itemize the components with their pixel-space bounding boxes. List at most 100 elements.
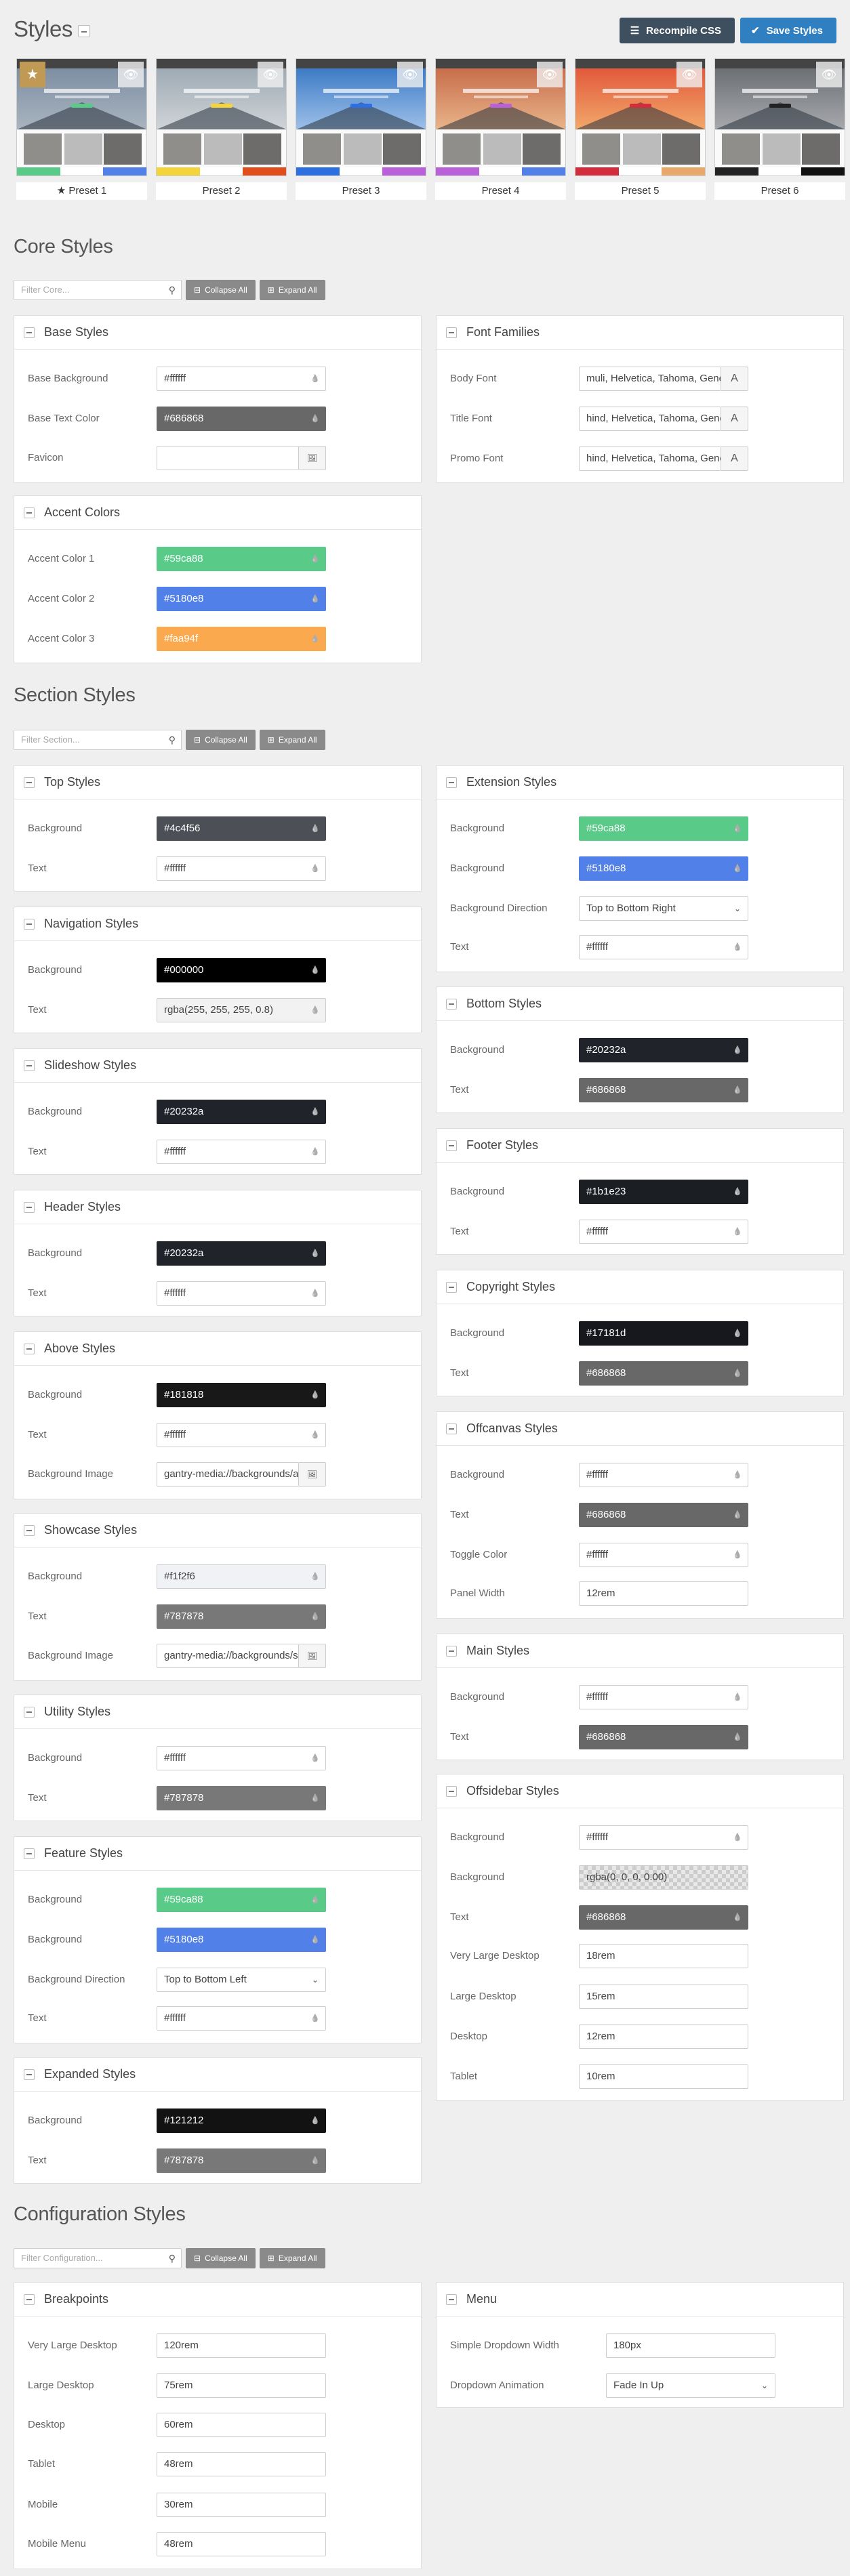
collapse-toggle-icon[interactable] <box>24 507 35 518</box>
media-path-input[interactable] <box>157 446 299 470</box>
color-drop-icon[interactable]: 💧 <box>310 1928 320 1951</box>
color-drop-icon[interactable]: 💧 <box>310 817 320 840</box>
preset-label[interactable]: Preset 5 <box>575 182 706 200</box>
color-drop-icon[interactable]: 💧 <box>733 1220 742 1243</box>
color-drop-icon[interactable]: 💧 <box>733 936 742 959</box>
media-path-input[interactable]: gantry-media://backgrounds/showcase.jpg <box>157 1644 299 1668</box>
color-picker-input[interactable]: #20232a 💧 <box>579 1038 748 1062</box>
text-input[interactable]: 120rem <box>157 2333 326 2358</box>
copyright-panel-header[interactable]: Copyright Styles <box>437 1270 843 1304</box>
color-picker-input[interactable]: #ffffff 💧 <box>157 367 326 391</box>
eye-icon[interactable]: 👁 <box>676 62 702 87</box>
color-drop-icon[interactable]: 💧 <box>310 999 320 1022</box>
bottom-panel-header[interactable]: Bottom Styles <box>437 987 843 1021</box>
collapse-toggle-icon[interactable] <box>446 998 457 1010</box>
base-panel-header[interactable]: Base Styles <box>14 316 421 350</box>
preset-label[interactable]: Preset 2 <box>156 182 287 200</box>
collapse-toggle-icon[interactable] <box>446 1423 457 1434</box>
navigation-panel-header[interactable]: Navigation Styles <box>14 907 421 941</box>
color-drop-icon[interactable]: 💧 <box>310 857 320 880</box>
color-picker-input[interactable]: #686868 💧 <box>579 1078 748 1102</box>
color-picker-input[interactable]: #1b1e23 💧 <box>579 1180 748 1204</box>
color-picker-input[interactable]: #000000 💧 <box>157 958 326 982</box>
collapse-toggle-icon[interactable] <box>24 327 35 338</box>
color-picker-input[interactable]: #59ca88 💧 <box>579 816 748 841</box>
color-drop-icon[interactable]: 💧 <box>310 1888 320 1911</box>
collapse-toggle-icon[interactable] <box>24 2069 35 2080</box>
color-picker-input[interactable]: #faa94f 💧 <box>157 627 326 651</box>
color-picker-input[interactable]: #20232a 💧 <box>157 1100 326 1124</box>
font-picker-icon[interactable]: A <box>721 446 748 471</box>
color-drop-icon[interactable]: 💧 <box>733 817 742 840</box>
preset-thumbnail[interactable]: 👁 <box>156 58 287 176</box>
color-picker-input[interactable]: #20232a 💧 <box>157 1241 326 1266</box>
eye-icon[interactable]: 👁 <box>397 62 423 87</box>
slideshow-panel-header[interactable]: Slideshow Styles <box>14 1049 421 1083</box>
preset-thumbnail[interactable]: 👁 <box>714 58 845 176</box>
collapse-toggle-icon[interactable] <box>446 1140 457 1151</box>
text-input[interactable]: 30rem <box>157 2493 326 2517</box>
text-input[interactable]: 10rem <box>579 2064 748 2089</box>
color-picker-input[interactable]: #787878 💧 <box>157 1786 326 1810</box>
color-picker-input[interactable]: #5180e8 💧 <box>157 1928 326 1952</box>
color-picker-input[interactable]: #ffffff 💧 <box>157 1746 326 1770</box>
color-drop-icon[interactable]: 💧 <box>733 1322 742 1345</box>
collapse-toggle-icon[interactable] <box>24 2293 35 2305</box>
color-drop-icon[interactable]: 💧 <box>310 1282 320 1305</box>
color-picker-input[interactable]: #787878 💧 <box>157 1604 326 1629</box>
text-input[interactable]: 60rem <box>157 2413 326 2437</box>
footer-panel-header[interactable]: Footer Styles <box>437 1129 843 1163</box>
color-picker-input[interactable]: #686868 💧 <box>157 407 326 431</box>
text-input[interactable]: 75rem <box>157 2373 326 2398</box>
text-input[interactable]: 12rem <box>579 1581 748 1606</box>
collapse-toggle-icon[interactable] <box>446 1645 457 1657</box>
media-picker-icon[interactable]: 🖼 <box>299 1462 326 1487</box>
breakpoints-panel-header[interactable]: Breakpoints <box>14 2283 421 2317</box>
collapse-toggle-icon[interactable] <box>24 918 35 930</box>
color-drop-icon[interactable]: 💧 <box>310 1565 320 1588</box>
color-drop-icon[interactable]: 💧 <box>733 1503 742 1526</box>
header-panel-header[interactable]: Header Styles <box>14 1190 421 1224</box>
core-collapse-all-button[interactable]: ⊟ Collapse All <box>186 280 256 300</box>
color-drop-icon[interactable]: 💧 <box>310 959 320 982</box>
color-picker-input[interactable]: #ffffff 💧 <box>157 856 326 881</box>
collapse-toggle-icon[interactable] <box>24 1524 35 1536</box>
utility-panel-header[interactable]: Utility Styles <box>14 1695 421 1729</box>
color-drop-icon[interactable]: 💧 <box>310 2109 320 2132</box>
preset-card[interactable]: 👁 ★ ★ Preset 1 <box>16 58 147 203</box>
color-picker-input[interactable]: #686868 💧 <box>579 1503 748 1527</box>
color-picker-input[interactable]: #ffffff 💧 <box>579 1220 748 1244</box>
text-input[interactable]: 48rem <box>157 2532 326 2556</box>
color-picker-input[interactable]: #ffffff 💧 <box>157 1423 326 1447</box>
color-drop-icon[interactable]: 💧 <box>310 407 320 430</box>
section-collapse-all-button[interactable]: ⊟ Collapse All <box>186 730 256 750</box>
color-picker-input[interactable]: #ffffff 💧 <box>579 1463 748 1487</box>
collapse-toggle-icon[interactable] <box>24 1343 35 1354</box>
color-drop-icon[interactable]: 💧 <box>733 1463 742 1487</box>
collapse-toggle-icon[interactable] <box>446 776 457 788</box>
menu-panel-header[interactable]: Menu <box>437 2283 843 2317</box>
color-drop-icon[interactable]: 💧 <box>310 1242 320 1265</box>
select-dropdown[interactable]: Fade In Up ⌄ <box>606 2373 775 2398</box>
color-picker-input[interactable]: #ffffff 💧 <box>579 1825 748 1850</box>
color-picker-input[interactable]: #ffffff 💧 <box>157 2006 326 2031</box>
select-dropdown[interactable]: Top to Bottom Right ⌄ <box>579 896 748 921</box>
color-picker-input[interactable]: #121212 💧 <box>157 2108 326 2133</box>
font-picker-icon[interactable]: A <box>721 367 748 391</box>
section-filter-input[interactable]: Filter Section... ⚲ <box>14 730 182 750</box>
preset-thumbnail[interactable]: 👁 <box>575 58 706 176</box>
color-picker-input[interactable]: #686868 💧 <box>579 1725 748 1749</box>
color-picker-input[interactable]: #ffffff 💧 <box>579 935 748 959</box>
top-panel-header[interactable]: Top Styles <box>14 766 421 799</box>
fonts-panel-header[interactable]: Font Families <box>437 316 843 350</box>
save-styles-button[interactable]: ✔ Save Styles <box>740 18 836 43</box>
color-drop-icon[interactable]: 💧 <box>733 1543 742 1566</box>
color-drop-icon[interactable]: 💧 <box>733 1079 742 1102</box>
color-drop-icon[interactable]: 💧 <box>310 587 320 610</box>
config-collapse-all-button[interactable]: ⊟ Collapse All <box>186 2248 256 2268</box>
eye-icon[interactable]: 👁 <box>258 62 283 87</box>
color-picker-input[interactable]: #4c4f56 💧 <box>157 816 326 841</box>
color-drop-icon[interactable]: 💧 <box>310 1787 320 1810</box>
preset-label[interactable]: Preset 6 <box>714 182 845 200</box>
eye-icon[interactable]: 👁 <box>537 62 563 87</box>
